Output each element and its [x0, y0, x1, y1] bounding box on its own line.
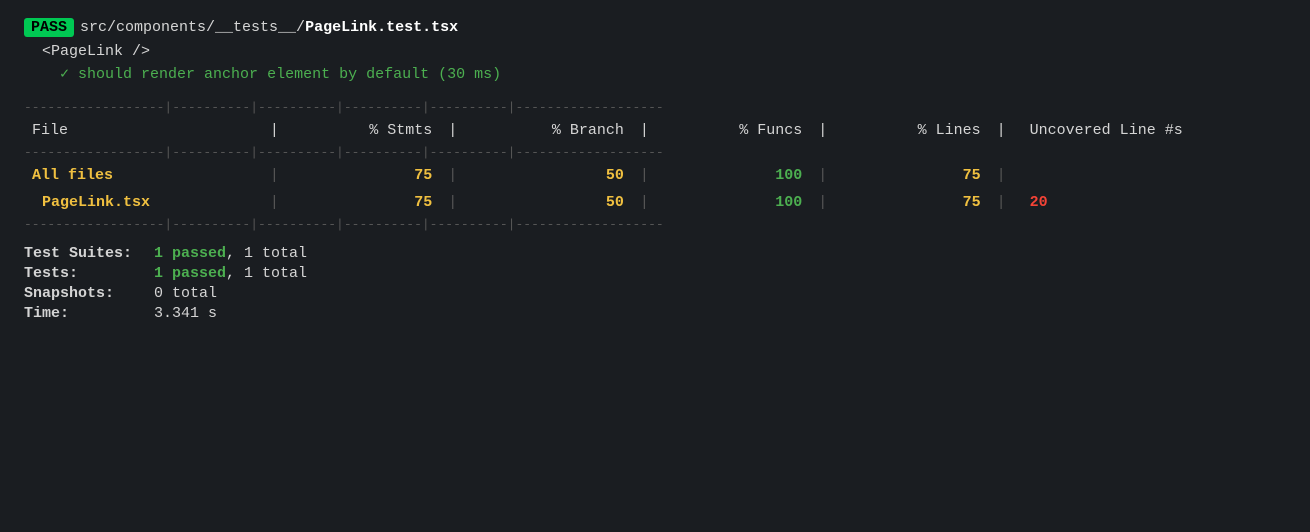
pass-badge: PASS [24, 18, 74, 37]
time-label: Time: [24, 305, 154, 322]
row2-uncovered: 20 [1022, 189, 1286, 216]
snapshots-value: 0 total [154, 285, 217, 302]
col-header-uncovered: Uncovered Line #s [1022, 117, 1286, 144]
file-path-prefix: src/components/__tests__/ [80, 19, 305, 36]
row2-lines: 75 [843, 189, 988, 216]
suite-name: <PageLink /> [42, 43, 1286, 60]
file-path-main: PageLink.test.tsx [305, 19, 458, 36]
stat-snapshots: Snapshots: 0 total [24, 285, 1286, 302]
sep-line-2: ------------------|----------|----------… [24, 144, 1286, 162]
snapshots-label: Snapshots: [24, 285, 154, 302]
coverage-data-table: All files | 75 | 50 | 100 | 75 | PageLin… [24, 162, 1286, 216]
tests-value: 1 passed, 1 total [154, 265, 307, 282]
col-header-funcs: % Funcs [665, 117, 810, 144]
row1-branch: 50 [473, 162, 632, 189]
col-header-stmts: % Stmts [295, 117, 440, 144]
row1-file: All files [24, 162, 262, 189]
sep-line-1: ------------------|----------|----------… [24, 99, 1286, 117]
tests-passed: 1 passed [154, 265, 226, 282]
suites-label: Test Suites: [24, 245, 154, 262]
file-path: src/components/__tests__/PageLink.test.t… [80, 19, 458, 36]
sep-line-3: ------------------|----------|----------… [24, 216, 1286, 234]
time-value: 3.341 s [154, 305, 217, 322]
table-row: PageLink.tsx | 75 | 50 | 100 | 75 | 20 [24, 189, 1286, 216]
suites-value: 1 passed, 1 total [154, 245, 307, 262]
row2-funcs: 100 [665, 189, 810, 216]
coverage-header-row: File | % Stmts | % Branch | % Funcs | % … [24, 117, 1286, 144]
test-item: ✓ should render anchor element by defaul… [60, 64, 1286, 83]
col-header-branch: % Branch [473, 117, 632, 144]
col-header-file: File [24, 117, 262, 144]
table-row: All files | 75 | 50 | 100 | 75 | [24, 162, 1286, 189]
tests-label: Tests: [24, 265, 154, 282]
row2-file: PageLink.tsx [24, 189, 262, 216]
stats-section: Test Suites: 1 passed, 1 total Tests: 1 … [24, 245, 1286, 322]
row2-branch: 50 [473, 189, 632, 216]
row1-lines: 75 [843, 162, 988, 189]
coverage-table: File | % Stmts | % Branch | % Funcs | % … [24, 117, 1286, 144]
header-line: PASS src/components/__tests__/PageLink.t… [24, 18, 1286, 37]
suites-passed: 1 passed [154, 245, 226, 262]
stat-time: Time: 3.341 s [24, 305, 1286, 322]
row1-funcs: 100 [665, 162, 810, 189]
stat-suites: Test Suites: 1 passed, 1 total [24, 245, 1286, 262]
row1-uncovered [1022, 162, 1286, 189]
tests-total: , 1 total [226, 265, 307, 282]
row1-stmts: 75 [295, 162, 440, 189]
col-header-lines: % Lines [843, 117, 988, 144]
stat-tests: Tests: 1 passed, 1 total [24, 265, 1286, 282]
suites-total: , 1 total [226, 245, 307, 262]
row2-stmts: 75 [295, 189, 440, 216]
